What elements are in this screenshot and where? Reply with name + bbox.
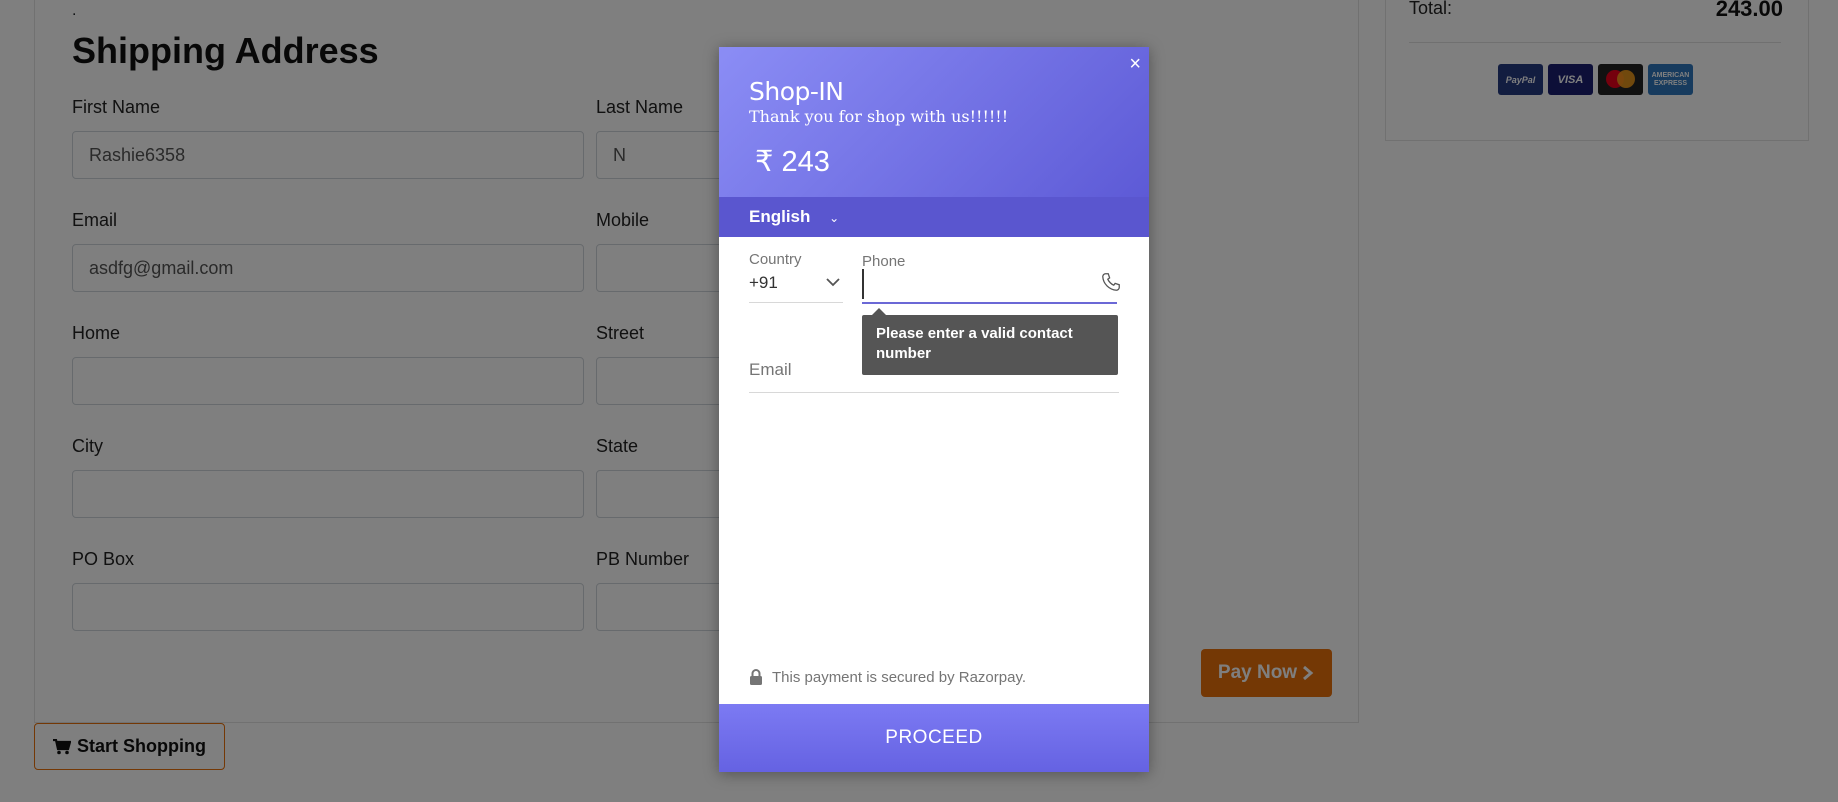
phone-input[interactable] — [862, 269, 1102, 299]
country-underline — [749, 302, 843, 303]
close-icon[interactable]: × — [1129, 53, 1141, 76]
validation-tooltip: Please enter a valid contact number — [862, 308, 1118, 375]
phone-label: Phone — [862, 253, 906, 270]
phone-underline — [862, 302, 1117, 304]
chevron-down-icon: ⌄ — [829, 211, 840, 225]
chevron-down-icon[interactable] — [824, 273, 842, 291]
proceed-button[interactable]: PROCEED — [719, 704, 1149, 772]
country-code-select[interactable]: +91 — [749, 273, 778, 293]
lock-icon — [750, 669, 762, 685]
email-underline — [749, 392, 1119, 393]
secure-text: This payment is secured by Razorpay. — [772, 669, 1026, 686]
email-label: Email — [749, 360, 792, 379]
merchant-name: Shop-IN — [749, 77, 844, 106]
merchant-description: Thank you for shop with us!!!!!! — [749, 107, 1009, 126]
razorpay-checkout-modal: × Shop-IN Thank you for shop with us!!!!… — [719, 47, 1149, 772]
language-selector[interactable]: English ⌄ — [719, 197, 1149, 237]
secure-note: This payment is secured by Razorpay. — [749, 669, 1026, 686]
payment-amount: ₹ 243 — [755, 146, 830, 178]
language-label: English — [749, 207, 811, 226]
modal-header: × Shop-IN Thank you for shop with us!!!!… — [719, 47, 1149, 197]
phone-icon — [1102, 273, 1120, 291]
country-label: Country — [749, 251, 802, 268]
